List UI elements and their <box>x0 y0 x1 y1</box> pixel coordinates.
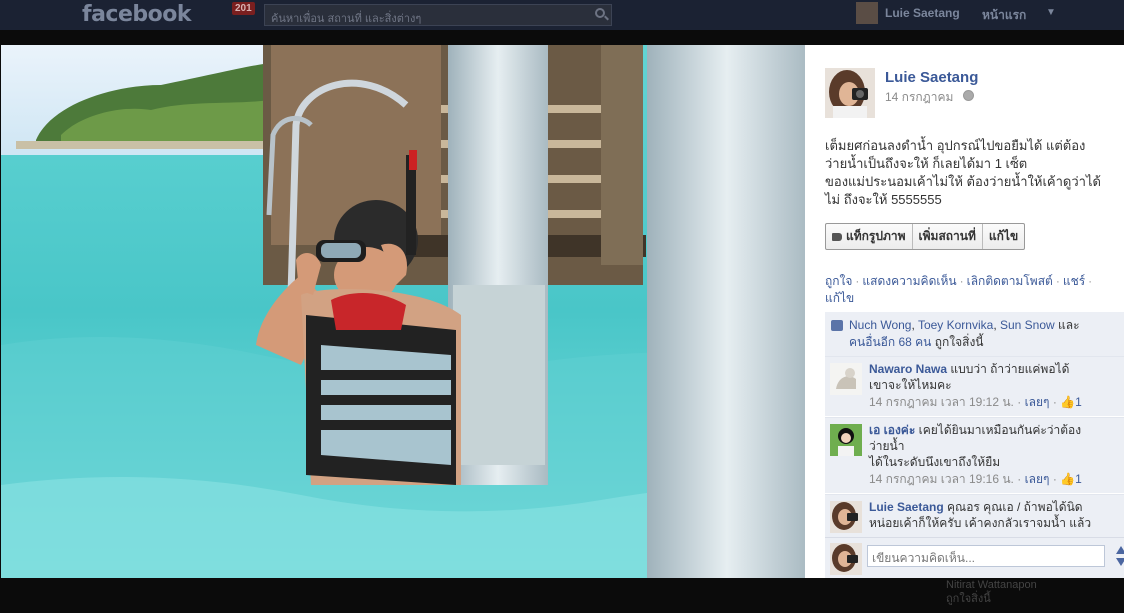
notification-badge[interactable]: 201 <box>232 2 255 15</box>
comment-like-count[interactable]: 1 <box>1075 395 1082 409</box>
comment-body: Nawaro Nawa แบบว่า ถ้าว่ายแค่พอได้ เขาจะ… <box>869 361 1121 410</box>
tag-photo-button[interactable]: แท็กรูปภาพ <box>826 224 913 249</box>
top-navigation-bar: facebook 201 ค้นหาเพื่อน สถานที่ และสิ่ง… <box>0 0 1124 30</box>
comment-author-link[interactable]: Luie Saetang <box>869 500 944 514</box>
facebook-logo[interactable]: facebook <box>82 2 192 27</box>
my-avatar-image <box>830 543 862 575</box>
tag-photo-label: แท็กรูปภาพ <box>846 229 906 243</box>
comment-item: Luie Saetang คุณอร คุณเอ / ถ้าพอได้นิด ห… <box>825 494 1124 537</box>
photo-action-buttons: แท็กรูปภาพ เพิ่มสถานที่ แก้ไข <box>825 223 1026 250</box>
comment-meta: 14 กรกฎาคม เวลา 19:16 น. · เลยๆ · 👍1 <box>869 472 1082 486</box>
comment-like-count[interactable]: 1 <box>1075 472 1082 486</box>
comment-item: เอ เองค่ะ เคยได้ยินมาเหมือนกันค่ะว่าต้อง… <box>825 417 1124 493</box>
photo-image <box>1 45 805 578</box>
likes-and-text: และ <box>1058 318 1080 332</box>
account-menu-caret-icon[interactable]: ▼ <box>1046 7 1056 18</box>
comment-input[interactable]: เขียนความคิดเห็น... <box>867 545 1105 567</box>
photo-caption: เต็มยศก่อนลงดำน้ำ อุปกรณ์ไปขอยืมได้ แต่ต… <box>825 137 1121 209</box>
commenter-avatar-image <box>830 424 862 456</box>
background-line: ถูกใจสิ่งนี้ <box>946 593 991 605</box>
commenter-avatar-image <box>830 363 862 395</box>
my-avatar <box>830 543 862 575</box>
caption-line: ของแม่ประนอมเค้าไม่ให้ ต้องว่ายน้ำให้เค้… <box>825 174 1101 189</box>
comment-author-link[interactable]: เอ เองค่ะ <box>869 423 915 437</box>
privacy-globe-icon[interactable] <box>963 90 974 101</box>
comment-text: คุณอร คุณเอ / ถ้าพอได้นิด <box>947 500 1083 514</box>
separator: · <box>1088 274 1093 288</box>
liker-link[interactable]: Nuch Wong <box>849 318 911 332</box>
comment-time[interactable]: 14 กรกฎาคม เวลา 19:16 น. <box>869 472 1014 486</box>
comment-like-count-icon[interactable]: 👍 <box>1060 472 1075 486</box>
caption-line: ไม่ ถึงจะให้ 5555555 <box>825 192 942 207</box>
caption-line: เต็มยศก่อนลงดำน้ำ อุปกรณ์ไปขอยืมได้ แต่ต… <box>825 138 1086 153</box>
search-input[interactable]: ค้นหาเพื่อน สถานที่ และสิ่งต่างๆ <box>264 4 612 26</box>
liker-link[interactable]: Toey Kornvika <box>918 318 993 332</box>
owner-name-link[interactable]: Luie Saetang <box>885 69 978 86</box>
comment-body: เอ เองค่ะ เคยได้ยินมาเหมือนกันค่ะว่าต้อง… <box>869 422 1121 487</box>
scroll-up-icon[interactable] <box>1116 546 1124 554</box>
home-link[interactable]: หน้าแรก <box>982 6 1026 25</box>
post-date[interactable]: 14 กรกฎาคม <box>885 88 953 107</box>
other-likers-link[interactable]: คนอื่นอีก 68 คน <box>849 335 931 349</box>
comment-text: ได้ในระดับนึงเขาถึงให้ยืม <box>869 455 1001 469</box>
background-feed-text: Nitirat Wattanapon ถูกใจสิ่งนี้ <box>946 578 1037 606</box>
tag-icon <box>832 232 842 241</box>
like-link[interactable]: ถูกใจ <box>825 274 852 288</box>
comment-text: เคยได้ยินมาเหมือนกันค่ะว่าต้อง <box>918 423 1082 437</box>
share-link[interactable]: แชร์ <box>1063 274 1085 288</box>
separator: · <box>1055 274 1060 288</box>
photo-info-panel: Luie Saetang 14 กรกฎาคม เต็มยศก่อนลงดำน้… <box>805 45 1124 578</box>
user-avatar[interactable] <box>856 2 878 24</box>
comment-meta: 14 กรกฎาคม เวลา 19:12 น. · เลยๆ · 👍1 <box>869 395 1082 409</box>
profile-link[interactable]: Luie Saetang <box>885 6 960 20</box>
search-icon[interactable] <box>595 8 605 18</box>
comment-item: Nawaro Nawa แบบว่า ถ้าว่ายแค่พอได้ เขาจะ… <box>825 356 1124 416</box>
comment-author-link[interactable]: Nawaro Nawa <box>869 362 947 376</box>
thumbs-up-icon <box>831 320 843 331</box>
edit-link[interactable]: แก้ไข <box>825 291 854 305</box>
owner-avatar[interactable] <box>825 68 875 118</box>
background-line: Nitirat Wattanapon <box>946 579 1037 591</box>
add-location-button[interactable]: เพิ่มสถานที่ <box>913 224 983 249</box>
likes-suffix: ถูกใจสิ่งนี้ <box>934 335 984 349</box>
comment-like-link[interactable]: เลยๆ <box>1025 472 1050 486</box>
edit-photo-button[interactable]: แก้ไข <box>983 224 1024 249</box>
commenter-avatar[interactable] <box>830 424 862 456</box>
comment-like-link[interactable]: เลยๆ <box>1025 395 1050 409</box>
comment-like-count-icon[interactable]: 👍 <box>1060 395 1075 409</box>
comment-body: Luie Saetang คุณอร คุณเอ / ถ้าพอได้นิด ห… <box>869 499 1121 531</box>
separator: · <box>959 274 964 288</box>
commenter-avatar[interactable] <box>830 363 862 395</box>
unfollow-link[interactable]: เลิกติดตามโพสต์ <box>967 274 1053 288</box>
separator: · <box>855 274 860 288</box>
likes-summary: Nuch Wong, Toey Kornvika, Sun Snow และ ค… <box>825 312 1124 356</box>
commenter-avatar[interactable] <box>830 501 862 533</box>
commenter-avatar-image <box>830 501 862 533</box>
comment-text: ว่ายน้ำ <box>869 439 905 453</box>
caption-line: ว่ายน้ำเป็นถึงจะให้ ก็เลยได้มา 1 เซ็ต <box>825 156 1028 171</box>
comment-composer: เขียนความคิดเห็น... <box>825 537 1124 578</box>
comment-time[interactable]: 14 กรกฎาคม เวลา 19:12 น. <box>869 395 1014 409</box>
owner-avatar-image <box>825 68 875 118</box>
scroll-down-icon[interactable] <box>1116 558 1124 566</box>
post-actions: ถูกใจ · แสดงความคิดเห็น · เลิกติดตามโพสต์ · แช… <box>825 273 1121 307</box>
comment-text: แบบว่า ถ้าว่ายแค่พอได้ <box>950 362 1070 376</box>
liker-link[interactable]: Sun Snow <box>1000 318 1055 332</box>
comment-link[interactable]: แสดงความคิดเห็น <box>862 274 956 288</box>
photo-viewer[interactable] <box>1 45 805 578</box>
comment-text: หน่อยเค้าก็ให้ครับ เค้าคงกลัวเราจมน้ำ แล… <box>869 516 1092 530</box>
page: facebook 201 ค้นหาเพื่อน สถานที่ และสิ่ง… <box>0 0 1124 613</box>
comment-text: เขาจะให้ไหมคะ <box>869 378 952 392</box>
